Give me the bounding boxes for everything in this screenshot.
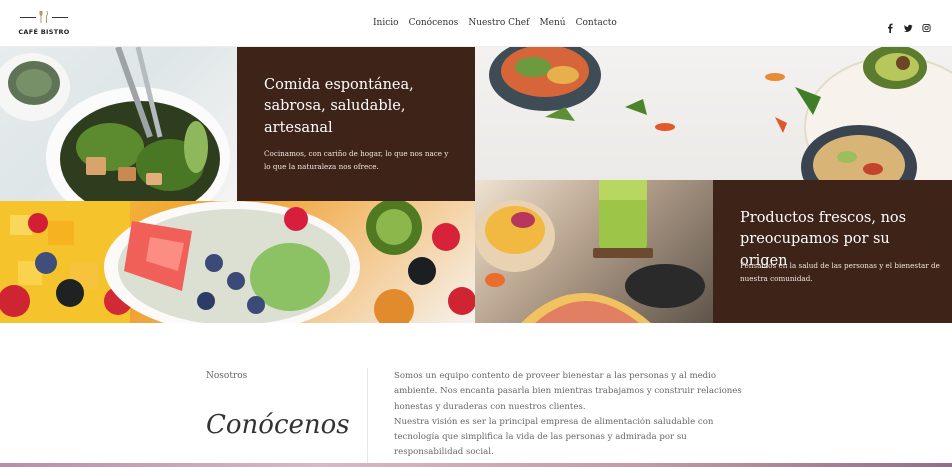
nav-item-nuestro-chef[interactable]: Nuestro Chef — [468, 18, 529, 28]
social-links — [886, 18, 931, 33]
site-header: CAFÉ BISTRO Inicio Conócenos Nuestro Che… — [0, 0, 952, 47]
hero-image-table — [475, 47, 952, 180]
hero-panel-1-title: Comida espontánea, sabrosa, saludable, a… — [264, 77, 414, 136]
section-title: Conócenos — [206, 410, 350, 440]
section-body: Somos un equipo contento de proveer bien… — [394, 369, 744, 461]
nav-item-conocenos[interactable]: Conócenos — [409, 18, 459, 28]
drinks-illustration — [475, 180, 705, 323]
hero-panel-2-text: Pensamos en la salud de las personas y e… — [740, 261, 940, 283]
main-nav: Inicio Conócenos Nuestro Chef Menú Conta… — [373, 18, 617, 28]
hero-panel-artesanal: Comida espontánea, sabrosa, saludable, a… — [237, 47, 475, 201]
about-paragraph-2: Nuestra visión es ser la principal empre… — [394, 416, 714, 458]
nav-item-inicio[interactable]: Inicio — [373, 18, 399, 28]
facebook-icon[interactable] — [886, 18, 894, 33]
section-label: Nosotros — [206, 371, 248, 381]
brand-name: CAFÉ BISTRO — [18, 28, 70, 36]
cutlery-icon — [39, 11, 48, 23]
logo-line-left — [20, 17, 36, 18]
hero-image-drinks — [475, 180, 713, 323]
hero-image-fruit — [0, 201, 475, 323]
hero-panel-1-text: Cocinamos, con cariño de hogar, lo que n… — [264, 149, 449, 171]
instagram-icon[interactable] — [922, 18, 931, 33]
section-divider — [367, 368, 368, 467]
table-illustration — [489, 47, 952, 180]
hero-panel-origen: Productos frescos, nos preocupamos por s… — [713, 180, 952, 323]
brand-logo[interactable]: CAFÉ BISTRO — [18, 10, 70, 38]
next-section-image-edge — [0, 463, 952, 467]
logo-line-right — [52, 17, 68, 18]
hero-image-salad — [0, 47, 237, 201]
fruit-illustration — [0, 201, 475, 323]
about-paragraph-1: Somos un equipo contento de proveer bien… — [394, 371, 742, 412]
salad-illustration — [0, 47, 230, 201]
nav-item-contacto[interactable]: Contacto — [576, 18, 617, 28]
nav-item-menu[interactable]: Menú — [539, 18, 565, 28]
logo-mark — [18, 10, 70, 24]
twitter-icon[interactable] — [904, 18, 913, 32]
